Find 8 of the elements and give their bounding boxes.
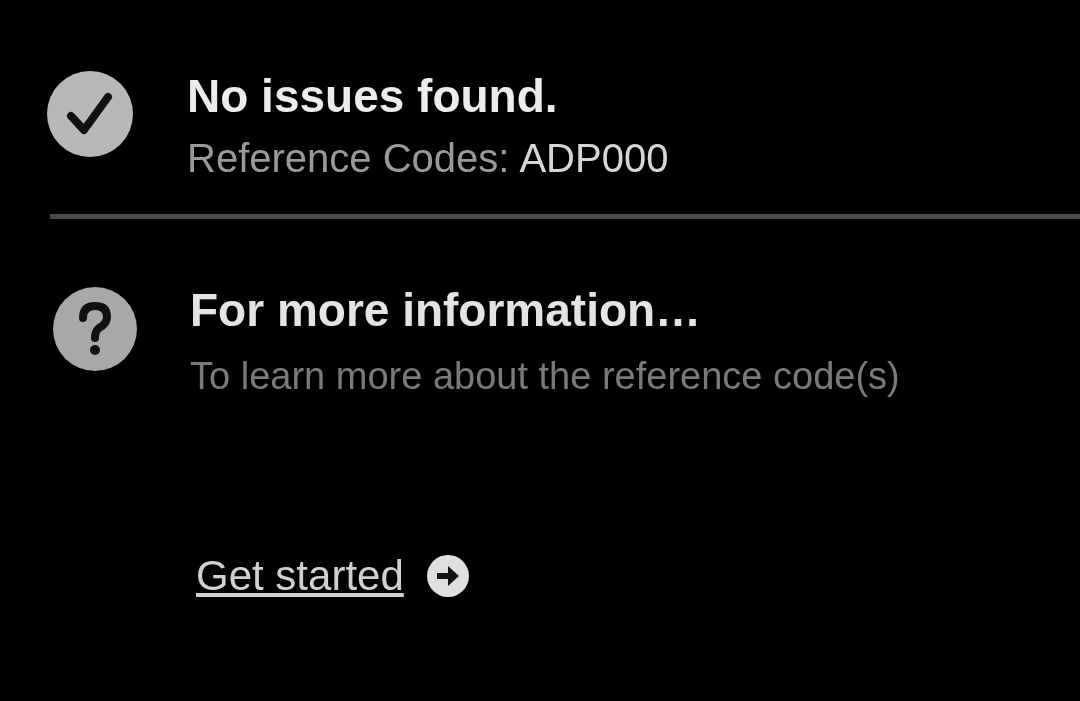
help-icon bbox=[52, 286, 138, 372]
arrow-circle-icon bbox=[425, 554, 470, 598]
reference-codes-label: Reference Codes: bbox=[187, 135, 510, 182]
get-started-link[interactable]: Get started bbox=[196, 550, 404, 602]
result-title: No issues found. bbox=[187, 69, 559, 124]
info-text: To learn more about the reference code(s) bbox=[190, 354, 900, 399]
info-title: For more information… bbox=[190, 283, 703, 338]
reference-code: ADP000 bbox=[519, 135, 669, 182]
